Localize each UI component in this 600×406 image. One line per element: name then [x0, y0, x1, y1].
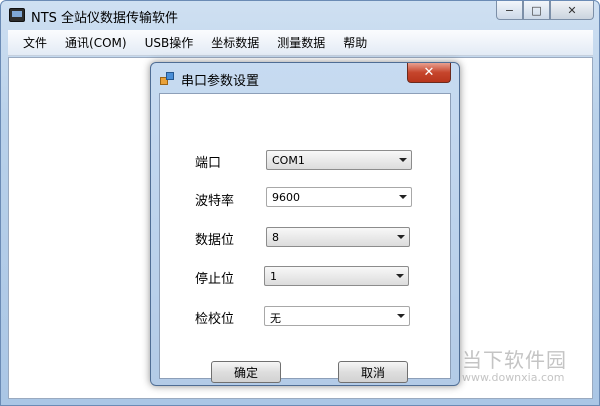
stopbits-select[interactable]: 1 — [264, 266, 409, 286]
window-title: NTS 全站仪数据传输软件 — [31, 11, 179, 26]
cancel-button[interactable]: 取消 — [338, 361, 408, 383]
menu-com[interactable]: 通讯(COM) — [58, 34, 134, 51]
parity-label: 检校位 — [195, 312, 235, 327]
dialog-title: 串口参数设置 — [181, 74, 260, 89]
menu-bar: 文件 通讯(COM) USB操作 坐标数据 测量数据 帮助 — [8, 30, 593, 56]
window-controls: − □ ✕ — [496, 1, 594, 21]
databits-value: 8 — [272, 231, 279, 244]
stopbits-label: 停止位 — [195, 272, 235, 287]
chevron-down-icon — [396, 274, 404, 278]
chevron-down-icon — [399, 195, 407, 199]
watermark-name: 当下软件园 — [462, 348, 567, 372]
databits-label: 数据位 — [195, 233, 235, 248]
watermark-url: www.downxia.com — [462, 371, 565, 384]
title-bar: NTS 全站仪数据传输软件 − □ ✕ — [1, 1, 599, 29]
baud-value: 9600 — [272, 191, 300, 204]
port-value: COM1 — [272, 154, 305, 167]
menu-file[interactable]: 文件 — [16, 34, 54, 51]
menu-measurements[interactable]: 测量数据 — [270, 34, 332, 51]
chevron-down-icon — [397, 314, 405, 318]
dialog-close-button[interactable]: ✕ — [407, 63, 451, 83]
parity-value: 无 — [270, 312, 281, 325]
ok-button[interactable]: 确定 — [211, 361, 281, 383]
chevron-down-icon — [399, 158, 407, 162]
app-icon — [9, 8, 25, 22]
menu-help[interactable]: 帮助 — [336, 34, 374, 51]
minimize-button[interactable]: − — [496, 1, 523, 20]
maximize-button[interactable]: □ — [523, 1, 550, 20]
port-label: 端口 — [195, 156, 222, 171]
chevron-down-icon — [397, 235, 405, 239]
serial-settings-dialog: 串口参数设置 ✕ 端口 COM1 波特率 9600 数据位 8 停止位 1 检校… — [150, 62, 460, 386]
dialog-body: 端口 COM1 波特率 9600 数据位 8 停止位 1 检校位 无 确定 取消 — [159, 93, 451, 383]
port-select[interactable]: COM1 — [266, 150, 412, 170]
close-button[interactable]: ✕ — [550, 1, 594, 20]
stopbits-value: 1 — [270, 270, 277, 283]
databits-select[interactable]: 8 — [266, 227, 410, 247]
menu-usb[interactable]: USB操作 — [138, 34, 201, 51]
menu-coordinates[interactable]: 坐标数据 — [204, 34, 266, 51]
settings-squares-icon — [160, 71, 176, 87]
baud-label: 波特率 — [195, 194, 235, 209]
baud-select[interactable]: 9600 — [266, 187, 412, 207]
parity-select[interactable]: 无 — [264, 306, 410, 326]
